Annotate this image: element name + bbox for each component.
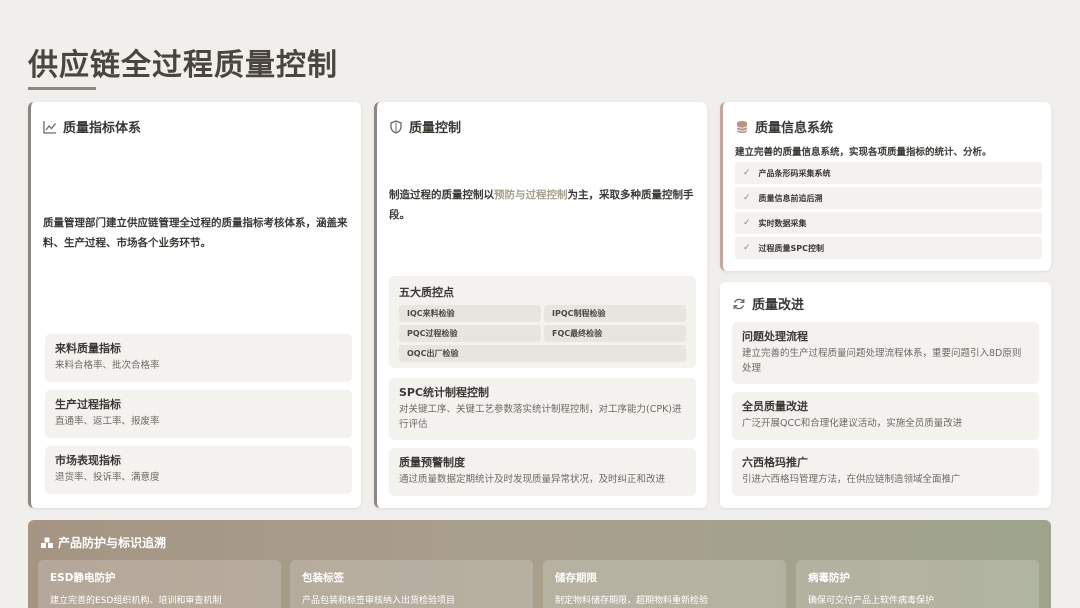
refresh-icon [732, 297, 746, 311]
protection-item: 包装标签 产品包装和标签审核纳入出货检验项目 [290, 560, 533, 608]
checkpoint-item: FQC最终检验 [544, 325, 686, 342]
quality-control-title: 质量控制 [409, 121, 462, 136]
five-points-title: 五大质控点 [399, 286, 454, 299]
info-system-item: ✓ 质量信息前追后溯 [735, 187, 1042, 209]
protection-item: 储存期限 制定物料储存期限，超期物料重新检验 [543, 560, 786, 608]
checkpoint-item: IPQC制程检验 [544, 305, 686, 322]
check-icon: ✓ [743, 243, 751, 253]
protection-item: ESD静电防护 建立完善的ESD组织机构、培训和审查机制 [38, 560, 281, 608]
quality-control-description: 制造过程的质量控制以预防与过程控制为主，采取多种质量控制手段。 [389, 189, 694, 221]
page-title: 供应链全过程质量控制 [28, 48, 338, 83]
title-underline [28, 87, 96, 90]
protection-title: 产品防护与标识追溯 [58, 536, 167, 550]
improvement-item: 问题处理流程 建立完善的生产过程质量问题处理流程体系，重要问题引入8D原则处理 [732, 322, 1039, 384]
protection-item: 病毒防护 确保可交付产品上软件病毒保护 [796, 560, 1039, 608]
info-system-description: 建立完善的质量信息系统，实现各项质量指标的统计、分析。 [735, 147, 992, 158]
shield-icon [389, 119, 403, 134]
improvement-card: 质量改进 问题处理流程 建立完善的生产过程质量问题处理流程体系，重要问题引入8D… [720, 282, 1051, 508]
info-system-item: ✓ 过程质量SPC控制 [735, 237, 1042, 259]
index-item: 市场表现指标 退货率、投诉率、满意度 [45, 446, 352, 494]
info-system-item: ✓ 实时数据采集 [735, 212, 1042, 234]
quality-control-card: 质量控制 制造过程的质量控制以预防与过程控制为主，采取多种质量控制手段。 五大质… [374, 102, 707, 508]
quality-index-card: 质量指标体系 质量管理部门建立供应链管理全过程的质量指标考核体系，涵盖来料、生产… [28, 102, 361, 508]
spc-box: SPC统计制程控制 对关键工序、关键工艺参数落实统计制程控制，对工序能力(CPK… [389, 378, 696, 440]
check-icon: ✓ [743, 193, 751, 203]
check-icon: ✓ [743, 218, 751, 228]
checkpoint-item: PQC过程检验 [399, 325, 541, 342]
improvement-item: 六西格玛推广 引进六西格玛管理方法，在供应链制造领域全面推广 [732, 448, 1039, 496]
index-item: 生产过程指标 直通率、返工率、报废率 [45, 390, 352, 438]
info-system-item: ✓ 产品条形码采集系统 [735, 162, 1042, 184]
line-chart-icon [43, 120, 57, 134]
checkpoint-item: IQC来料检验 [399, 305, 541, 322]
index-item: 来料质量指标 来料合格率、批次合格率 [45, 334, 352, 382]
warning-box: 质量预警制度 通过质量数据定期统计及时发现质量异常状况，及时纠正和改进 [389, 448, 696, 496]
improvement-item: 全员质量改进 广泛开展QCC和合理化建议活动，实施全员质量改进 [732, 392, 1039, 440]
database-icon [735, 120, 749, 134]
checkpoint-item: OQC出厂检验 [399, 345, 686, 362]
quality-index-description: 质量管理部门建立供应链管理全过程的质量指标考核体系，涵盖来料、生产过程、市场各个… [43, 217, 348, 249]
check-icon: ✓ [743, 168, 751, 178]
quality-index-title: 质量指标体系 [63, 121, 142, 136]
five-points-box: 五大质控点 IQC来料检验 IPQC制程检验 PQC过程检验 FQC最终检验 O… [389, 276, 696, 368]
info-system-title: 质量信息系统 [755, 121, 834, 136]
improvement-title: 质量改进 [752, 298, 805, 313]
protection-panel: 产品防护与标识追溯 ESD静电防护 建立完善的ESD组织机构、培训和审查机制 包… [28, 520, 1051, 608]
highlight-text: 预防与过程控制 [494, 189, 568, 201]
info-system-card: 质量信息系统 建立完善的质量信息系统，实现各项质量指标的统计、分析。 ✓ 产品条形… [720, 102, 1051, 271]
boxes-icon [40, 536, 54, 550]
